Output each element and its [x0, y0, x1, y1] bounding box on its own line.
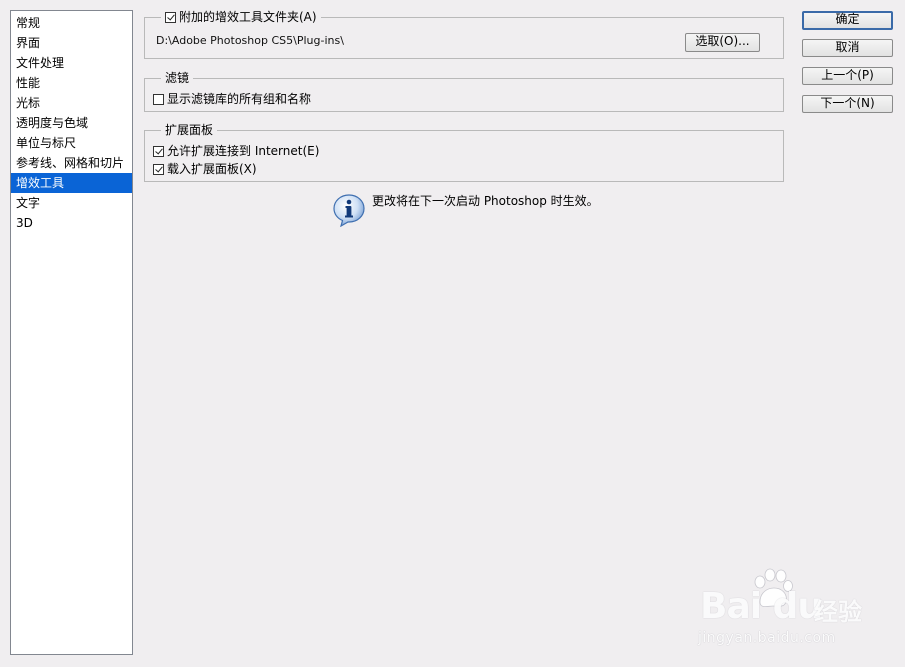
sidebar-item-interface[interactable]: 界面: [11, 33, 132, 53]
show-all-filter-gallery-checkbox[interactable]: [153, 93, 164, 105]
show-all-filter-gallery-label: 显示滤镜库的所有组和名称: [167, 92, 312, 106]
cancel-button[interactable]: 取消: [802, 39, 893, 57]
previous-button[interactable]: 上一个(P): [802, 67, 893, 85]
plugins-folder-checkbox[interactable]: [165, 11, 176, 23]
plugins-folder-group: 附加的增效工具文件夹(A) D:\Adobe Photoshop CS5\Plu…: [144, 9, 784, 59]
load-extension-panels-row[interactable]: 载入扩展面板(X): [153, 161, 257, 177]
sidebar-item-transparency-gamut[interactable]: 透明度与色域: [11, 113, 132, 133]
allow-internet-row[interactable]: 允许扩展连接到 Internet(E): [153, 143, 319, 159]
preferences-category-list[interactable]: 常规 界面 文件处理 性能 光标 透明度与色域 单位与标尺 参考线、网格和切片 …: [10, 10, 133, 655]
next-button[interactable]: 下一个(N): [802, 95, 893, 113]
info-icon: [333, 194, 365, 227]
sidebar-item-guides-grid-slices[interactable]: 参考线、网格和切片: [11, 153, 132, 173]
jingyan-text: 经验: [814, 598, 862, 626]
plugins-folder-label: 附加的增效工具文件夹(A): [179, 10, 317, 24]
ok-button[interactable]: 确定: [802, 11, 893, 30]
allow-internet-checkbox[interactable]: [153, 145, 164, 157]
allow-internet-label: 允许扩展连接到 Internet(E): [167, 144, 320, 158]
sidebar-item-type[interactable]: 文字: [11, 193, 132, 213]
extension-panels-legend: 扩展面板: [161, 122, 218, 138]
restart-info-message: 更改将在下一次启动 Photoshop 时生效。: [332, 193, 599, 227]
sidebar-item-3d[interactable]: 3D: [11, 213, 132, 233]
plugins-folder-path: D:\Adobe Photoshop CS5\Plug-ins\: [156, 34, 344, 47]
extension-panels-group: 扩展面板 允许扩展连接到 Internet(E) 载入扩展面板(X): [144, 122, 784, 182]
load-extension-panels-label: 载入扩展面板(X): [167, 162, 257, 176]
choose-folder-button[interactable]: 选取(O)...: [685, 33, 760, 52]
sidebar-item-cursors[interactable]: 光标: [11, 93, 132, 113]
load-extension-panels-checkbox[interactable]: [153, 163, 164, 175]
restart-info-text: 更改将在下一次启动 Photoshop 时生效。: [372, 193, 599, 208]
baidu-logo-text: Bai du: [700, 586, 823, 627]
sidebar-item-units-rulers[interactable]: 单位与标尺: [11, 133, 132, 153]
sidebar-item-file-handling[interactable]: 文件处理: [11, 53, 132, 73]
filters-group: 滤镜 显示滤镜库的所有组和名称: [144, 70, 784, 112]
show-all-filter-gallery-row[interactable]: 显示滤镜库的所有组和名称: [153, 91, 311, 107]
jingyan-url: jingyan.baidu.com: [698, 630, 836, 646]
baidu-jingyan-watermark: Bai du 经验 jingyan.baidu.com: [690, 568, 890, 658]
sidebar-item-general[interactable]: 常规: [11, 13, 132, 33]
plugins-folder-checkbox-row[interactable]: 附加的增效工具文件夹(A): [161, 9, 321, 25]
filters-legend: 滤镜: [161, 70, 194, 86]
sidebar-item-plugins[interactable]: 增效工具: [11, 173, 132, 193]
sidebar-item-performance[interactable]: 性能: [11, 73, 132, 93]
